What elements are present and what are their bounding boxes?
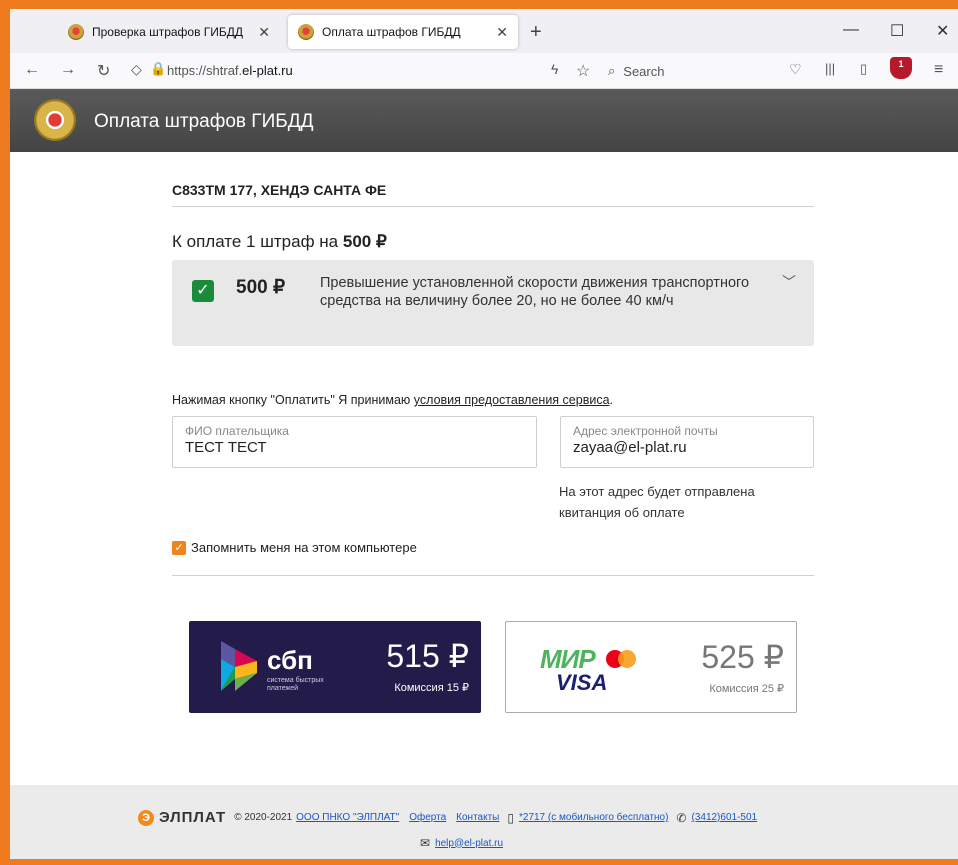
sbp-logo-icon: [221, 641, 257, 691]
to-pay-amount: 500 ₽: [342, 232, 387, 251]
sbp-price: 515 ₽: [386, 638, 469, 674]
sidebar-icon[interactable]: ▯: [860, 61, 867, 77]
elplat-logo-icon: Э: [138, 809, 154, 826]
payer-name-field[interactable]: ФИО плательщика ТЕСТ ТЕСТ: [172, 416, 537, 468]
remember-me-checkbox[interactable]: ✓ Запомнить меня на этом компьютере: [172, 540, 417, 555]
minimize-icon[interactable]: —: [843, 21, 859, 39]
vehicle-info: С833ТМ 177, ХЕНДЭ САНТА ФЕ: [172, 182, 387, 198]
contacts-link[interactable]: Контакты: [456, 812, 499, 823]
star-icon[interactable]: ☆: [576, 61, 590, 81]
navigation-bar: ← → ↻ ◇ 🔒 https://shtraf.el-plat.ru ϟ ☆ …: [10, 53, 958, 89]
email-value: zayaa@el-plat.ru: [573, 439, 687, 456]
visa-logo: VISA: [556, 670, 608, 695]
search-input[interactable]: ⌕ Search: [608, 58, 778, 84]
back-icon[interactable]: ←: [24, 61, 40, 79]
menu-icon[interactable]: ≡: [934, 61, 943, 79]
sbp-logo-text: сбп: [267, 645, 313, 675]
address-bar[interactable]: https://shtraf.el-plat.ru: [167, 63, 293, 78]
email-link[interactable]: help@el-plat.ru: [435, 838, 503, 849]
payer-name-value: ТЕСТ ТЕСТ: [185, 439, 267, 456]
email-field[interactable]: Адрес электронной почты zayaa@el-plat.ru: [560, 416, 814, 468]
remember-me-label: Запомнить меня на этом компьютере: [191, 540, 417, 555]
elplat-brand: ЭЛПЛАТ: [159, 809, 227, 826]
offer-link[interactable]: Оферта: [409, 812, 446, 823]
close-window-icon[interactable]: ✕: [936, 21, 949, 41]
mail-icon: ✉: [420, 836, 431, 850]
mobile-number-link[interactable]: *2717 (с мобильного бесплатно): [519, 812, 668, 823]
mobile-phone-icon: ▯: [507, 810, 514, 825]
lightning-icon[interactable]: ϟ: [551, 61, 558, 77]
new-tab-icon[interactable]: +: [530, 21, 542, 44]
fine-description: Превышение установленной скорости движен…: [320, 275, 750, 309]
search-icon: ⌕: [608, 63, 616, 78]
browser-window: Проверка штрафов ГИБДД ✕ Оплата штрафов …: [10, 9, 958, 859]
tab-label: Оплата штрафов ГИБДД: [322, 25, 461, 39]
tab-strip: Проверка штрафов ГИБДД ✕ Оплата штрафов …: [10, 9, 958, 53]
reload-icon[interactable]: ↻: [97, 61, 110, 81]
checkbox-checked-icon: ✓: [172, 540, 186, 555]
forward-icon[interactable]: →: [60, 61, 76, 79]
pocket-icon[interactable]: ♡: [789, 61, 802, 78]
maximize-icon[interactable]: ☐: [890, 21, 904, 41]
lock-icon[interactable]: 🔒: [150, 61, 166, 77]
terms-link[interactable]: условия предоставления сервиса: [414, 393, 610, 407]
fine-item[interactable]: ✓ 500 ₽ Превышение установленной скорост…: [172, 260, 814, 346]
url-domain: el-plat.ru: [242, 63, 293, 78]
divider: [172, 575, 814, 576]
url-prefix: https://shtraf.: [167, 63, 243, 78]
close-tab-icon[interactable]: ✕: [496, 24, 508, 41]
site-footer: Э ЭЛПЛАТ © 2020-2021 ООО ПНКО "ЭЛПЛАТ" О…: [10, 785, 958, 859]
payer-name-label: ФИО плательщика: [185, 424, 289, 438]
shield-icon[interactable]: ◇: [131, 61, 142, 78]
close-tab-icon[interactable]: ✕: [258, 24, 270, 41]
fine-checkbox[interactable]: ✓: [192, 280, 214, 302]
library-icon[interactable]: |||: [825, 61, 835, 76]
sbp-commission: Комиссия 15 ₽: [394, 682, 469, 694]
gibdd-emblem-icon: [34, 99, 76, 141]
mastercard-logo-icon: [618, 650, 636, 668]
to-pay-summary: К оплате 1 штраф на 500 ₽: [172, 232, 387, 251]
sbp-logo-subtitle: система быстрых платежей: [267, 677, 324, 692]
gibdd-favicon-icon: [68, 24, 84, 40]
extension-badge-icon[interactable]: 1: [890, 57, 912, 79]
company-link[interactable]: ООО ПНКО "ЭЛПЛАТ": [296, 812, 399, 823]
pay-card-button[interactable]: МИР VISA 525 ₽ Комиссия 25 ₽: [505, 621, 797, 713]
fine-amount: 500 ₽: [236, 277, 286, 298]
phone-link[interactable]: (3412)601-501: [691, 812, 757, 823]
email-hint: На этот адрес будет отправлена квитанция…: [559, 484, 755, 520]
tab-pay-fines[interactable]: Оплата штрафов ГИБДД ✕: [288, 15, 518, 49]
tab-check-fines[interactable]: Проверка штрафов ГИБДД ✕: [58, 15, 280, 49]
tab-label: Проверка штрафов ГИБДД: [92, 25, 244, 39]
divider: [172, 206, 814, 207]
card-price: 525 ₽: [701, 639, 784, 675]
chevron-down-icon[interactable]: ﹀: [782, 272, 796, 292]
phone-icon: ✆: [676, 810, 687, 825]
copyright: © 2020-2021: [234, 812, 293, 823]
search-placeholder: Search: [623, 63, 665, 79]
terms-text: Нажимая кнопку "Оплатить" Я принимаю усл…: [172, 393, 614, 407]
email-label: Адрес электронной почты: [573, 424, 718, 438]
pay-sbp-button[interactable]: сбп система быстрых платежей 515 ₽ Комис…: [189, 621, 481, 713]
gibdd-favicon-icon: [298, 24, 314, 40]
card-commission: Комиссия 25 ₽: [709, 683, 784, 695]
site-header: Оплата штрафов ГИБДД: [10, 89, 958, 152]
site-title: Оплата штрафов ГИБДД: [94, 111, 314, 132]
